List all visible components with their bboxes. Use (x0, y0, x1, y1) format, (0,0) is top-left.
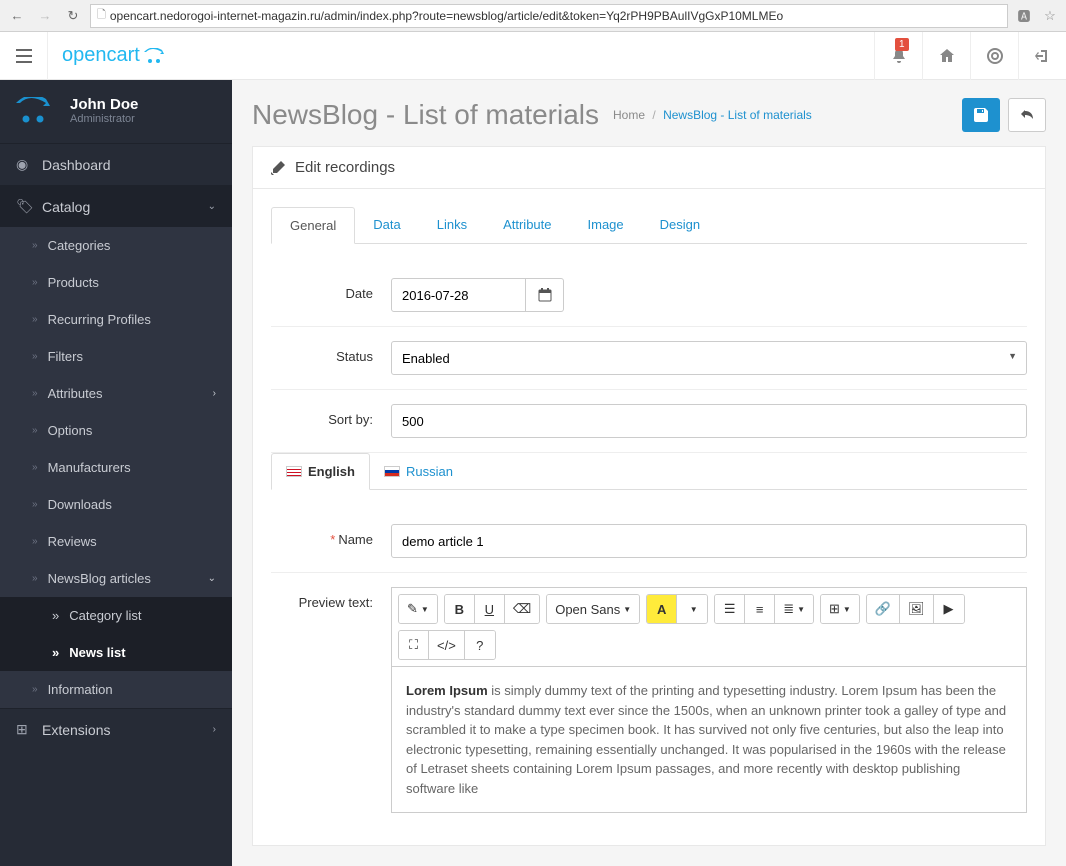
chevron-down-icon: ⌄ (208, 573, 216, 584)
font-family-select[interactable]: Open Sans▼ (547, 595, 639, 623)
date-input[interactable] (391, 278, 526, 312)
url-text: opencart.nedorogoi-internet-magazin.ru/a… (110, 9, 783, 23)
underline-button[interactable]: U (475, 595, 505, 623)
text-color-button[interactable]: A (647, 595, 677, 623)
code-view-button[interactable]: </> (429, 631, 465, 659)
sidebar-item-manufacturers[interactable]: »Manufacturers (0, 449, 232, 486)
sidebar-item-catalog[interactable]: 🏷 Catalog ⌄ (0, 185, 232, 227)
notif-badge: 1 (895, 38, 909, 51)
sort-input[interactable] (391, 404, 1027, 438)
chevron-right-icon: › (213, 388, 216, 399)
profile-name: John Doe (70, 96, 138, 113)
calendar-icon (538, 288, 552, 302)
browser-back[interactable]: ← (6, 5, 28, 27)
sidebar: John Doe Administrator ◉ Dashboard 🏷 Cat… (0, 80, 232, 866)
breadcrumb: Home / NewsBlog - List of materials (613, 108, 812, 122)
rich-text-editor: ✎▼ B U ⌫ Open Sans▼ A ▼ (391, 587, 1027, 813)
sidebar-item-categories[interactable]: »Categories (0, 227, 232, 264)
sidebar-item-filters[interactable]: »Filters (0, 338, 232, 375)
sidebar-item-news-list[interactable]: »News list (0, 634, 232, 671)
browser-reload[interactable]: ↻ (62, 5, 84, 27)
page-icon: 🗋 (97, 6, 106, 25)
app-topbar: opencart 1 (0, 32, 1066, 80)
align-button[interactable]: ≣▼ (775, 595, 813, 623)
ol-button[interactable]: ≡ (745, 595, 775, 623)
flag-en-icon (286, 466, 302, 477)
tab-image[interactable]: Image (570, 207, 642, 243)
sidebar-toggle[interactable] (0, 32, 48, 80)
crumb-home[interactable]: Home (613, 108, 645, 122)
sidebar-item-recurring[interactable]: »Recurring Profiles (0, 301, 232, 338)
sidebar-item-options[interactable]: »Options (0, 412, 232, 449)
lang-tab-russian[interactable]: Russian (370, 453, 467, 489)
status-label: Status (271, 341, 391, 375)
page-header: NewsBlog - List of materials Home / News… (232, 80, 1066, 146)
logo[interactable]: opencart (48, 44, 184, 67)
chevron-right-icon: › (213, 724, 216, 735)
status-select[interactable]: Enabled (391, 341, 1027, 375)
help-button[interactable] (970, 32, 1018, 80)
sidebar-item-reviews[interactable]: »Reviews (0, 523, 232, 560)
crumb-current[interactable]: NewsBlog - List of materials (663, 108, 812, 122)
browser-chrome: ← → ↻ 🗋 opencart.nedorogoi-internet-maga… (0, 0, 1066, 32)
tab-design[interactable]: Design (642, 207, 718, 243)
browser-forward[interactable]: → (34, 5, 56, 27)
puzzle-icon: ⊞ (16, 721, 32, 738)
pencil-icon (271, 161, 285, 175)
ul-button[interactable]: ☰ (715, 595, 745, 623)
sidebar-item-category-list[interactable]: »Category list (0, 597, 232, 634)
date-label: Date (271, 278, 391, 312)
calendar-button[interactable] (526, 278, 564, 312)
name-input[interactable] (391, 524, 1027, 558)
notifications-button[interactable]: 1 (874, 32, 922, 80)
url-bar[interactable]: 🗋 opencart.nedorogoi-internet-magazin.ru… (90, 4, 1008, 28)
more-color-button[interactable]: ▼ (677, 595, 707, 623)
sidebar-item-extensions[interactable]: ⊞ Extensions › (0, 708, 232, 750)
main-content: NewsBlog - List of materials Home / News… (232, 80, 1066, 866)
table-button[interactable]: ⊞▼ (821, 595, 859, 623)
editor-toolbar: ✎▼ B U ⌫ Open Sans▼ A ▼ (392, 588, 1026, 667)
sidebar-item-newsblog[interactable]: »NewsBlog articles⌄ (0, 560, 232, 597)
tab-attribute[interactable]: Attribute (485, 207, 569, 243)
sidebar-item-products[interactable]: »Products (0, 264, 232, 301)
star-icon[interactable]: ☆ (1040, 6, 1060, 26)
logout-button[interactable] (1018, 32, 1066, 80)
home-button[interactable] (922, 32, 970, 80)
image-button[interactable]: 🖼 (900, 595, 934, 623)
tab-links[interactable]: Links (419, 207, 485, 243)
tab-general[interactable]: General (271, 207, 355, 244)
profile-block: John Doe Administrator (0, 80, 232, 143)
sort-label: Sort by: (271, 404, 391, 438)
lang-tab-english[interactable]: English (271, 453, 370, 490)
link-button[interactable]: 🔗 (867, 595, 900, 623)
erase-button[interactable]: ⌫ (505, 595, 539, 623)
clear-format-button[interactable]: ✎▼ (399, 595, 437, 623)
tag-icon: 🏷 (16, 198, 32, 215)
flag-ru-icon (384, 466, 400, 477)
preview-label: Preview text: (271, 587, 391, 813)
translate-icon[interactable]: 🅰 (1014, 6, 1034, 26)
cart-icon (16, 97, 56, 125)
fullscreen-button[interactable]: ⛶ (399, 631, 429, 659)
sidebar-item-dashboard[interactable]: ◉ Dashboard (0, 143, 232, 185)
tab-data[interactable]: Data (355, 207, 418, 243)
panel-heading: Edit recordings (253, 147, 1045, 189)
sidebar-item-downloads[interactable]: »Downloads (0, 486, 232, 523)
page-title: NewsBlog - List of materials (252, 99, 599, 131)
sidebar-item-information[interactable]: »Information (0, 671, 232, 708)
cancel-button[interactable] (1008, 98, 1046, 132)
profile-role: Administrator (70, 113, 138, 125)
help-editor-button[interactable]: ? (465, 631, 495, 659)
save-button[interactable] (962, 98, 1000, 132)
bold-button[interactable]: B (445, 595, 475, 623)
language-tabs: English Russian (271, 453, 1027, 490)
editor-content[interactable]: Lorem Ipsum is simply dummy text of the … (392, 667, 1026, 812)
dashboard-icon: ◉ (16, 156, 32, 173)
main-tabs: General Data Links Attribute Image Desig… (271, 207, 1027, 244)
video-button[interactable]: ▶ (934, 595, 964, 623)
edit-panel: Edit recordings General Data Links Attri… (252, 146, 1046, 846)
name-label: *Name (271, 524, 391, 558)
sidebar-item-attributes[interactable]: »Attributes› (0, 375, 232, 412)
chevron-down-icon: ⌄ (208, 201, 216, 212)
